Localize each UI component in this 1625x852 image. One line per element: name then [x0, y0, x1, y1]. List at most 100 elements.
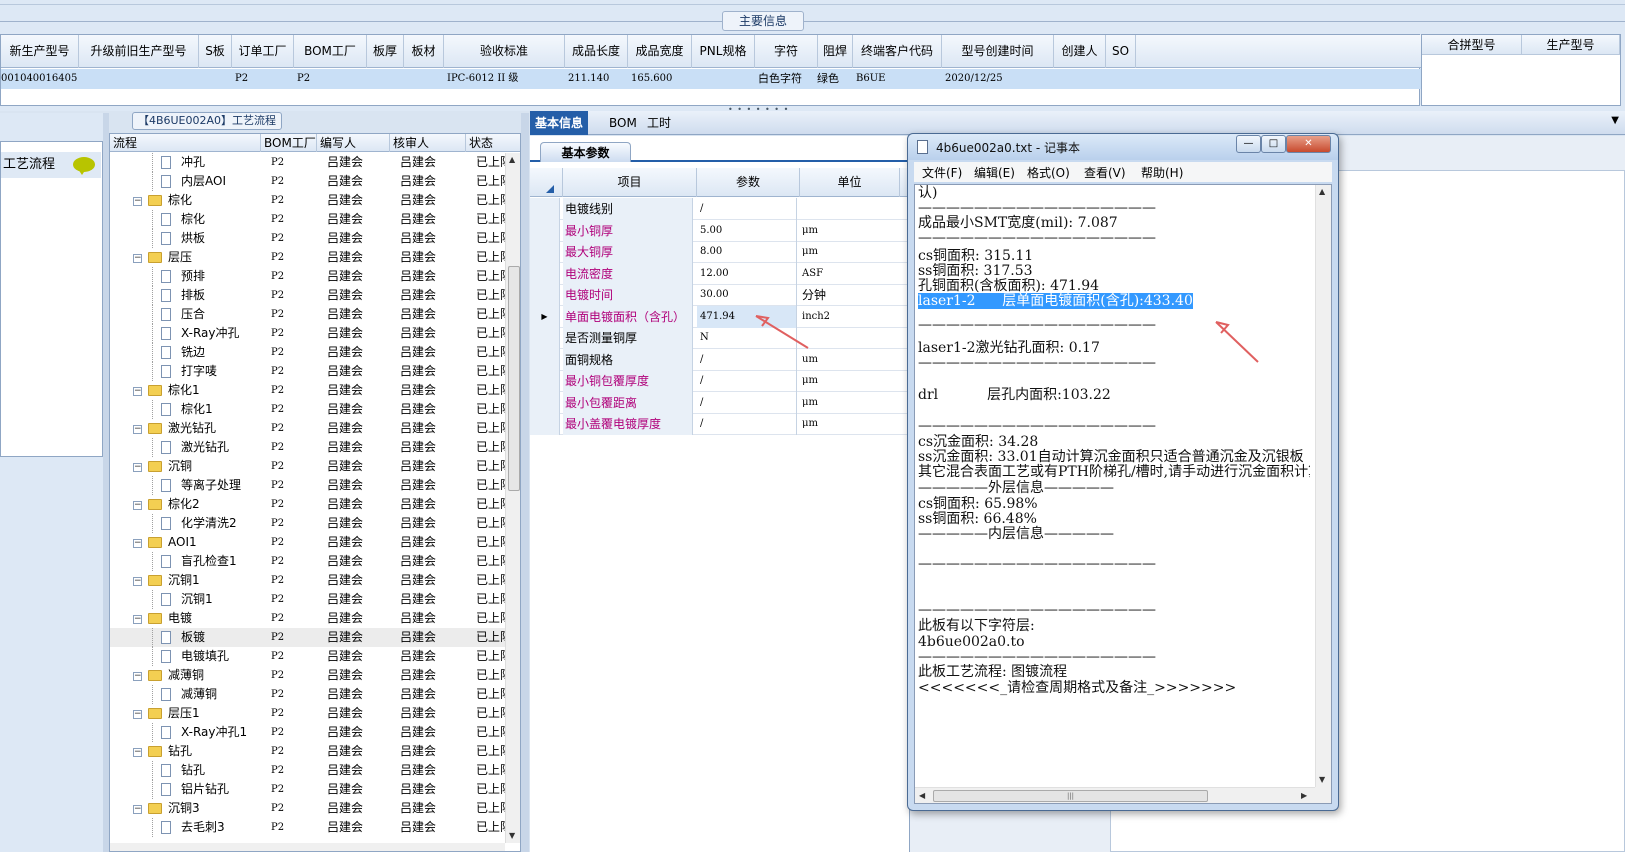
nav-item-process-flow[interactable]: 工艺流程 — [1, 152, 101, 178]
col-header[interactable]: 生产型号 — [1522, 35, 1620, 55]
collapse-toggle-icon[interactable]: − — [133, 387, 142, 396]
tab-basic-info[interactable]: 基本信息 — [530, 111, 589, 135]
tree-row[interactable]: 沉铜1 P2 吕建会 吕建会 已上际 — [110, 590, 512, 609]
col-header[interactable]: SO — [1106, 35, 1136, 68]
param-row[interactable]: 面铜规格 / um — [530, 348, 910, 371]
tree-scroll-thumb[interactable] — [508, 266, 520, 491]
tree-row[interactable]: 激光钻孔 P2 吕建会 吕建会 已上际 — [110, 438, 512, 457]
col-header[interactable]: 型号创建时间 — [942, 35, 1054, 68]
tree-panel-collapse-bar[interactable] — [521, 113, 529, 852]
param-row[interactable]: 最小铜包覆厚度 / μm — [530, 370, 910, 392]
solder-mask-cell[interactable]: 绿色 — [814, 69, 853, 89]
row-indicator[interactable] — [530, 391, 560, 414]
col-header[interactable]: 核审人 — [390, 134, 466, 152]
col-header[interactable]: 订单工厂 — [232, 35, 294, 68]
tree-row[interactable]: 铝片钻孔 P2 吕建会 吕建会 已上际 — [110, 780, 512, 799]
param-row[interactable]: 是否测量铜厚 N — [530, 327, 910, 349]
notepad-titlebar[interactable]: 4b6ue002a0.txt - 记事本 — □ ✕ — [908, 134, 1338, 160]
tree-row[interactable]: − 钻孔 P2 吕建会 吕建会 已上际 — [110, 742, 512, 761]
param-row[interactable]: 电流密度 12.00 ASF — [530, 262, 910, 285]
standard-cell[interactable]: IPC-6012 II 级 — [444, 69, 565, 89]
row-indicator[interactable] — [530, 348, 560, 371]
menu-file[interactable]: 文件(F) — [922, 164, 962, 181]
menu-help[interactable]: 帮助(H) — [1141, 164, 1183, 181]
col-header[interactable]: BOM工厂 — [294, 35, 367, 68]
notepad-content[interactable]: 认) ————————————————— 成品最小SMT宽度(mil): 7.087… — [918, 185, 1310, 785]
param-value-cell[interactable]: / — [697, 198, 797, 220]
param-value-cell[interactable]: 8.00 — [697, 241, 797, 263]
param-value-cell[interactable]: / — [697, 370, 797, 392]
col-header[interactable]: 编写人 — [317, 134, 390, 152]
col-header[interactable]: 参数 — [697, 168, 800, 197]
main-info-data-row[interactable]: 0010400164050 P2 P2 IPC-6012 II 级 211.14… — [1, 69, 1421, 89]
row-indicator[interactable] — [530, 241, 560, 263]
scroll-down-icon[interactable]: ▼ — [1319, 775, 1325, 784]
col-header[interactable]: 项目 — [563, 168, 697, 197]
tree-horizontal-scrollbar[interactable] — [110, 843, 505, 851]
tree-row[interactable]: 棕化 P2 吕建会 吕建会 已上际 — [110, 210, 512, 229]
menu-format[interactable]: 格式(O) — [1027, 164, 1070, 181]
col-header[interactable]: 成品长度 — [565, 35, 628, 68]
col-header[interactable]: 合拼型号 — [1422, 35, 1522, 55]
scroll-left-icon[interactable]: ◀ — [919, 791, 925, 800]
created-time-cell[interactable]: 2020/12/25 — [942, 69, 1054, 89]
col-header[interactable]: 状态 — [466, 134, 520, 152]
col-header[interactable]: BOM工厂 — [261, 134, 317, 152]
new-model-cell[interactable]: 0010400164050 — [0, 69, 78, 89]
param-row[interactable]: 最小盖覆电镀厚度 / μm — [530, 413, 910, 435]
tabs-dropdown-icon[interactable]: ▼ — [1611, 115, 1619, 126]
tree-row[interactable]: X-Ray冲孔1 P2 吕建会 吕建会 已上际 — [110, 723, 512, 742]
col-header[interactable]: 板厚 — [367, 35, 404, 68]
col-header[interactable]: 终端客户代码 — [853, 35, 942, 68]
col-header[interactable]: 单位 — [800, 168, 900, 197]
subtab-basic-params[interactable]: 基本参数 — [540, 142, 631, 162]
param-row[interactable]: 最小包覆距离 / μm — [530, 391, 910, 414]
tree-row[interactable]: − 减薄铜 P2 吕建会 吕建会 已上际 — [110, 666, 512, 685]
collapse-toggle-icon[interactable]: − — [133, 539, 142, 548]
col-header[interactable]: 成品宽度 — [628, 35, 692, 68]
col-header[interactable]: 流程 — [110, 134, 261, 152]
tree-row[interactable]: − 沉铜3 P2 吕建会 吕建会 已上际 — [110, 799, 512, 818]
row-indicator[interactable] — [530, 198, 560, 220]
col-header[interactable]: 创建人 — [1054, 35, 1106, 68]
collapse-toggle-icon[interactable]: − — [133, 425, 142, 434]
tree-row[interactable]: 烘板 P2 吕建会 吕建会 已上际 — [110, 229, 512, 248]
tree-row[interactable]: 打字唛 P2 吕建会 吕建会 已上际 — [110, 362, 512, 381]
collapse-toggle-icon[interactable]: − — [133, 615, 142, 624]
tree-row[interactable]: 棕化1 P2 吕建会 吕建会 已上际 — [110, 400, 512, 419]
tree-row[interactable]: − 层压1 P2 吕建会 吕建会 已上际 — [110, 704, 512, 723]
tree-row[interactable]: X-Ray冲孔 P2 吕建会 吕建会 已上际 — [110, 324, 512, 343]
collapse-toggle-icon[interactable]: − — [133, 748, 142, 757]
tab-work-hours[interactable]: 工时 — [642, 111, 676, 135]
tree-row[interactable]: 减薄铜 P2 吕建会 吕建会 已上际 — [110, 685, 512, 704]
tree-row[interactable]: 铣边 P2 吕建会 吕建会 已上际 — [110, 343, 512, 362]
col-header[interactable]: 板材 — [404, 35, 444, 68]
row-indicator[interactable] — [530, 219, 560, 242]
menu-view[interactable]: 查看(V) — [1084, 164, 1126, 181]
close-button[interactable]: ✕ — [1286, 135, 1331, 153]
tree-row[interactable]: 去毛刺3 P2 吕建会 吕建会 已上际 — [110, 818, 512, 837]
tree-row[interactable]: 化学清洗2 P2 吕建会 吕建会 已上际 — [110, 514, 512, 533]
tree-row[interactable]: 电镀填孔 P2 吕建会 吕建会 已上际 — [110, 647, 512, 666]
notepad-scroll-thumb[interactable]: ||| — [933, 790, 1208, 802]
tree-row[interactable]: 等离子处理 P2 吕建会 吕建会 已上际 — [110, 476, 512, 495]
width-cell[interactable]: 165.600 — [628, 69, 692, 89]
notepad-window[interactable]: 4b6ue002a0.txt - 记事本 — □ ✕ 文件(F) 编辑(E) 格… — [907, 133, 1339, 811]
col-header[interactable]: 新生产型号 — [1, 35, 79, 68]
minimize-button[interactable]: — — [1236, 135, 1261, 153]
param-value-cell[interactable]: 30.00 — [697, 284, 797, 306]
tree-row[interactable]: − 棕化2 P2 吕建会 吕建会 已上际 — [110, 495, 512, 514]
order-factory-cell[interactable]: P2 — [232, 69, 292, 89]
param-row[interactable]: 最大铜厚 8.00 μm — [530, 241, 910, 263]
tree-row[interactable]: 内层AOI P2 吕建会 吕建会 已上际 — [110, 172, 512, 191]
notepad-vertical-scrollbar[interactable]: ▲ ▼ — [1315, 185, 1331, 788]
collapse-toggle-icon[interactable]: − — [133, 672, 142, 681]
tree-row[interactable]: 压合 P2 吕建会 吕建会 已上际 — [110, 305, 512, 324]
col-header[interactable]: 字符 — [755, 35, 818, 68]
notepad-horizontal-scrollbar[interactable]: ◀ ||| ▶ — [915, 787, 1316, 803]
scroll-down-icon[interactable]: ▼ — [509, 831, 515, 840]
tree-row[interactable]: 预排 P2 吕建会 吕建会 已上际 — [110, 267, 512, 286]
tree-row[interactable]: − 激光钻孔 P2 吕建会 吕建会 已上际 — [110, 419, 512, 438]
tree-row[interactable]: − 棕化1 P2 吕建会 吕建会 已上际 — [110, 381, 512, 400]
tree-row[interactable]: 排板 P2 吕建会 吕建会 已上际 — [110, 286, 512, 305]
